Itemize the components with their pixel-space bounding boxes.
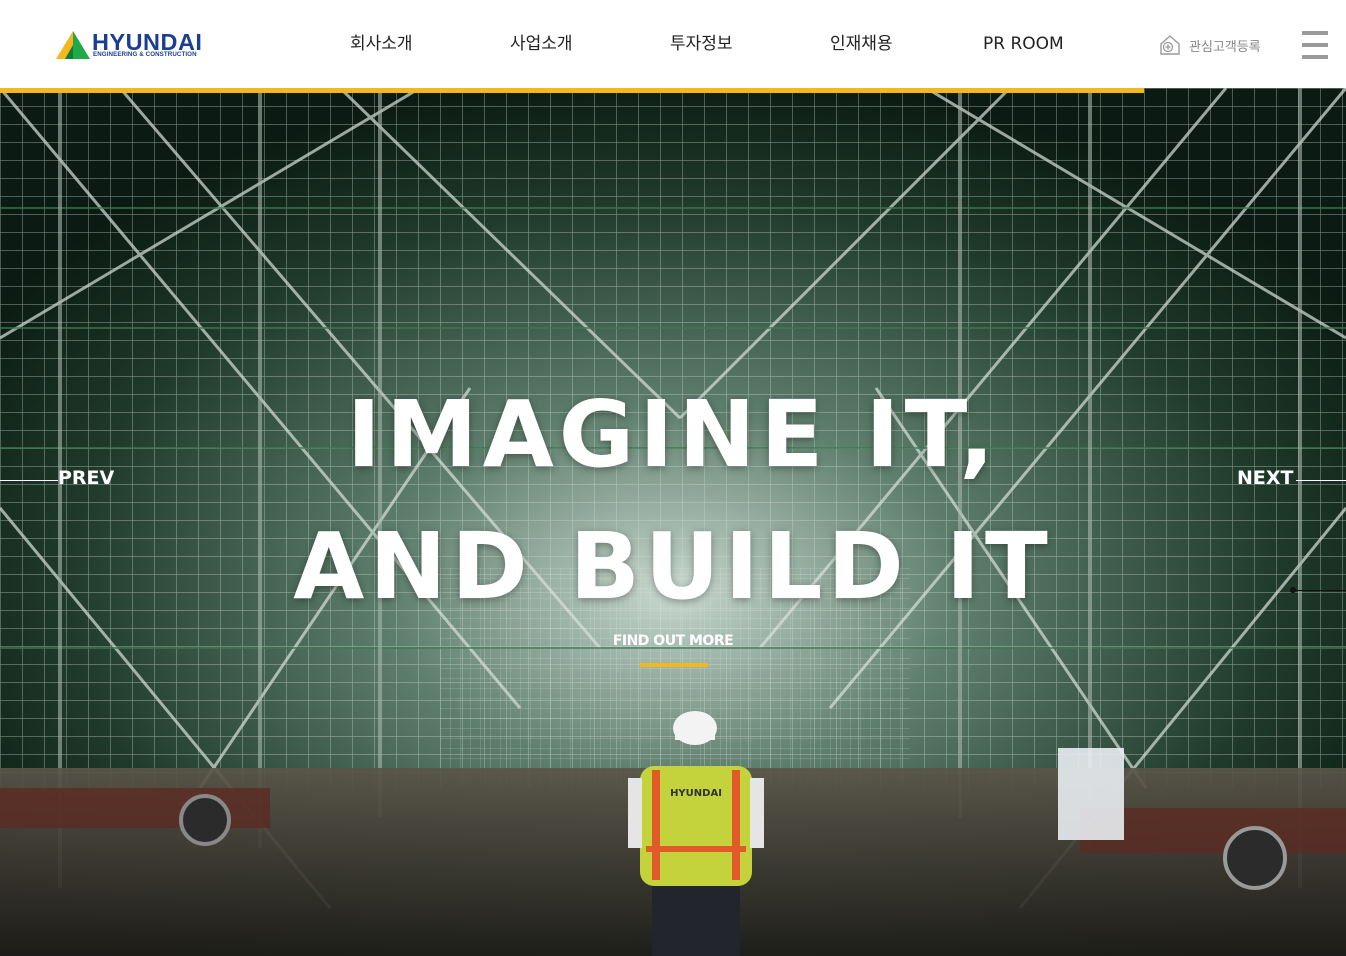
site-header: HYUNDAI ENGINEERING & CONSTRUCTION 회사소개 … [0, 0, 1346, 88]
hero-headline-line2: AND BUILD IT [293, 513, 1053, 620]
logo-triangle-icon [56, 31, 90, 59]
nav-pr-room[interactable]: PR ROOM [983, 30, 1064, 58]
hero-slider: HYUNDAI IMAGINE IT, AND BUILD IT FIND OU… [0, 88, 1346, 956]
hamburger-menu-icon[interactable] [1302, 31, 1328, 59]
slide-progress-line [1292, 590, 1346, 591]
nav-business[interactable]: 사업소개 [510, 30, 573, 58]
house-plus-icon [1160, 35, 1180, 55]
hyundai-logo[interactable]: HYUNDAI ENGINEERING & CONSTRUCTION [56, 29, 208, 61]
find-out-more-link[interactable]: FIND OUT MORE [0, 633, 1346, 649]
next-slide-button[interactable]: NEXT [1237, 467, 1294, 489]
interest-label: 관심고객등록 [1189, 39, 1261, 55]
hero-headline-line1: IMAGINE IT, [346, 381, 1000, 488]
slide-indicator-dot[interactable] [1290, 587, 1296, 593]
cta-underline [640, 663, 708, 667]
svg-text:HYUNDAI: HYUNDAI [670, 788, 722, 799]
nav-company[interactable]: 회사소개 [350, 30, 413, 58]
nav-investor[interactable]: 투자정보 [670, 30, 733, 58]
prev-arrow-line [0, 480, 58, 481]
nav-careers[interactable]: 인재채용 [830, 30, 893, 58]
header-accent-bar [0, 88, 1144, 93]
interest-register-link[interactable]: 관심고객등록 [1158, 32, 1261, 58]
next-arrow-line [1296, 480, 1346, 481]
logo-tagline: ENGINEERING & CONSTRUCTION [93, 51, 197, 58]
prev-slide-button[interactable]: PREV [58, 467, 114, 489]
